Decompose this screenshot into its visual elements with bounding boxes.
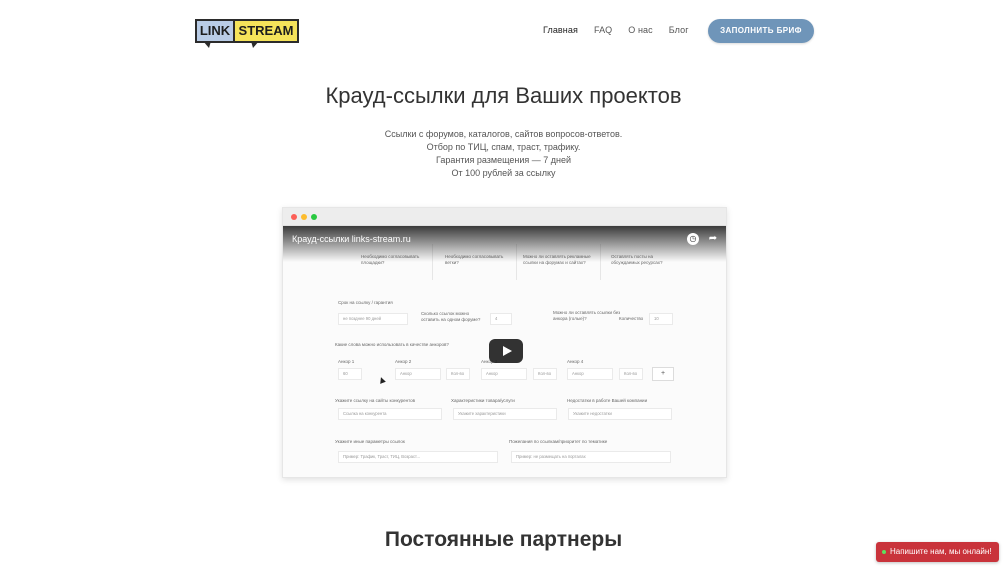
form-col-label: Анкор 4 [567,359,584,364]
logo[interactable]: LINK STREAM [195,19,301,49]
video-title[interactable]: Крауд-ссылки links-stream.ru [292,234,411,244]
form-label: Недостатки в работе Вашей компании [567,398,648,403]
form-section-label: Срок на ссылку / гарантия [338,300,393,305]
logo-stream: STREAM [233,19,299,43]
count-field: 4 [490,313,512,325]
form-col-label: Анкор 1 [338,359,355,364]
form-label: Укажите иные параметры ссылок [335,439,405,444]
hero-line: Гарантия размещения — 7 дней [435,155,572,165]
character-field: Укажите характеристики [453,408,557,420]
hero-line: Ссылки с форумов, каталогов, сайтов вопр… [384,129,623,139]
clock-icon[interactable]: ◷ [687,233,699,245]
hero-subtitle: Ссылки с форумов, каталогов, сайтов вопр… [0,128,1007,180]
browser-bar [283,208,726,226]
nav-item-faq[interactable]: FAQ [594,25,612,35]
form-label: Количество [619,316,644,321]
wishes-field: Пример: не размещать на порталах [511,451,671,463]
logo-link: LINK [195,19,235,43]
partners-title: Постоянные партнеры [384,528,623,551]
form-label: Можно ли оставлять ссылки без анкора (го… [553,310,621,321]
play-icon[interactable] [489,339,523,363]
anchor-field: Анкор [567,368,613,380]
main-nav: Главная FAQ О нас Блог [543,25,689,35]
logo-tail-icon [203,41,211,48]
form-section-label: Какие слова можно использовать в качеств… [335,342,449,347]
nav-item-home[interactable]: Главная [543,25,578,35]
add-anchor-button: + [652,367,674,381]
video-player[interactable]: Необходимо согласовывать площадки? Необх… [282,207,727,478]
form-col-label: Анкор 2 [395,359,412,364]
hero-line: От 100 рублей за ссылку [451,168,556,178]
weight-field: Кол-во [446,368,470,380]
form-label: Укажите ссылку на сайты конкурентов [335,398,416,403]
period-field: не позднее 90 дней [338,313,408,325]
chat-label: Напишите нам, мы онлайн! [890,547,992,556]
weight-field: Кол-во [619,368,643,380]
page-title: Крауд-ссылки для Ваших проектов [325,83,682,108]
chat-widget-button[interactable]: Напишите нам, мы онлайн! [876,542,999,562]
hero-line: Отбор по ТИЦ, спам, траст, трафику. [426,142,581,152]
params-field: Пример: Трафик, Траст, ТИЦ, Возраст... [338,451,498,463]
features-field: Укажите недостатки [568,408,672,420]
video-title-bar [283,226,726,262]
maximize-dot-icon [311,214,317,220]
share-icon[interactable]: ➦ [707,233,719,245]
anchor-field: Анкор [481,368,527,380]
fill-brief-button[interactable]: ЗАПОЛНИТЬ БРИФ [708,19,814,43]
competitors-field: Ссылка на конкурента [338,408,442,420]
nav-item-about[interactable]: О нас [628,25,652,35]
anchor-field: Анкор [395,368,441,380]
form-label: Пожелания по ссылкам/приоритет по темати… [509,439,608,444]
form-label: Характеристики товара/услуги [451,398,515,403]
nav-item-blog[interactable]: Блог [669,25,689,35]
form-label: Сколько ссылок можно оставить на одном ф… [421,311,481,322]
minimize-dot-icon [301,214,307,220]
close-dot-icon [291,214,297,220]
quantity-field: 10 [649,313,673,325]
online-dot-icon [882,550,886,554]
logo-tail-icon [251,41,259,48]
header: LINK STREAM Главная FAQ О нас Блог ЗАПОЛ… [0,0,1007,62]
weight-field: Кол-во [533,368,557,380]
anchor-field: 60 [338,368,362,380]
